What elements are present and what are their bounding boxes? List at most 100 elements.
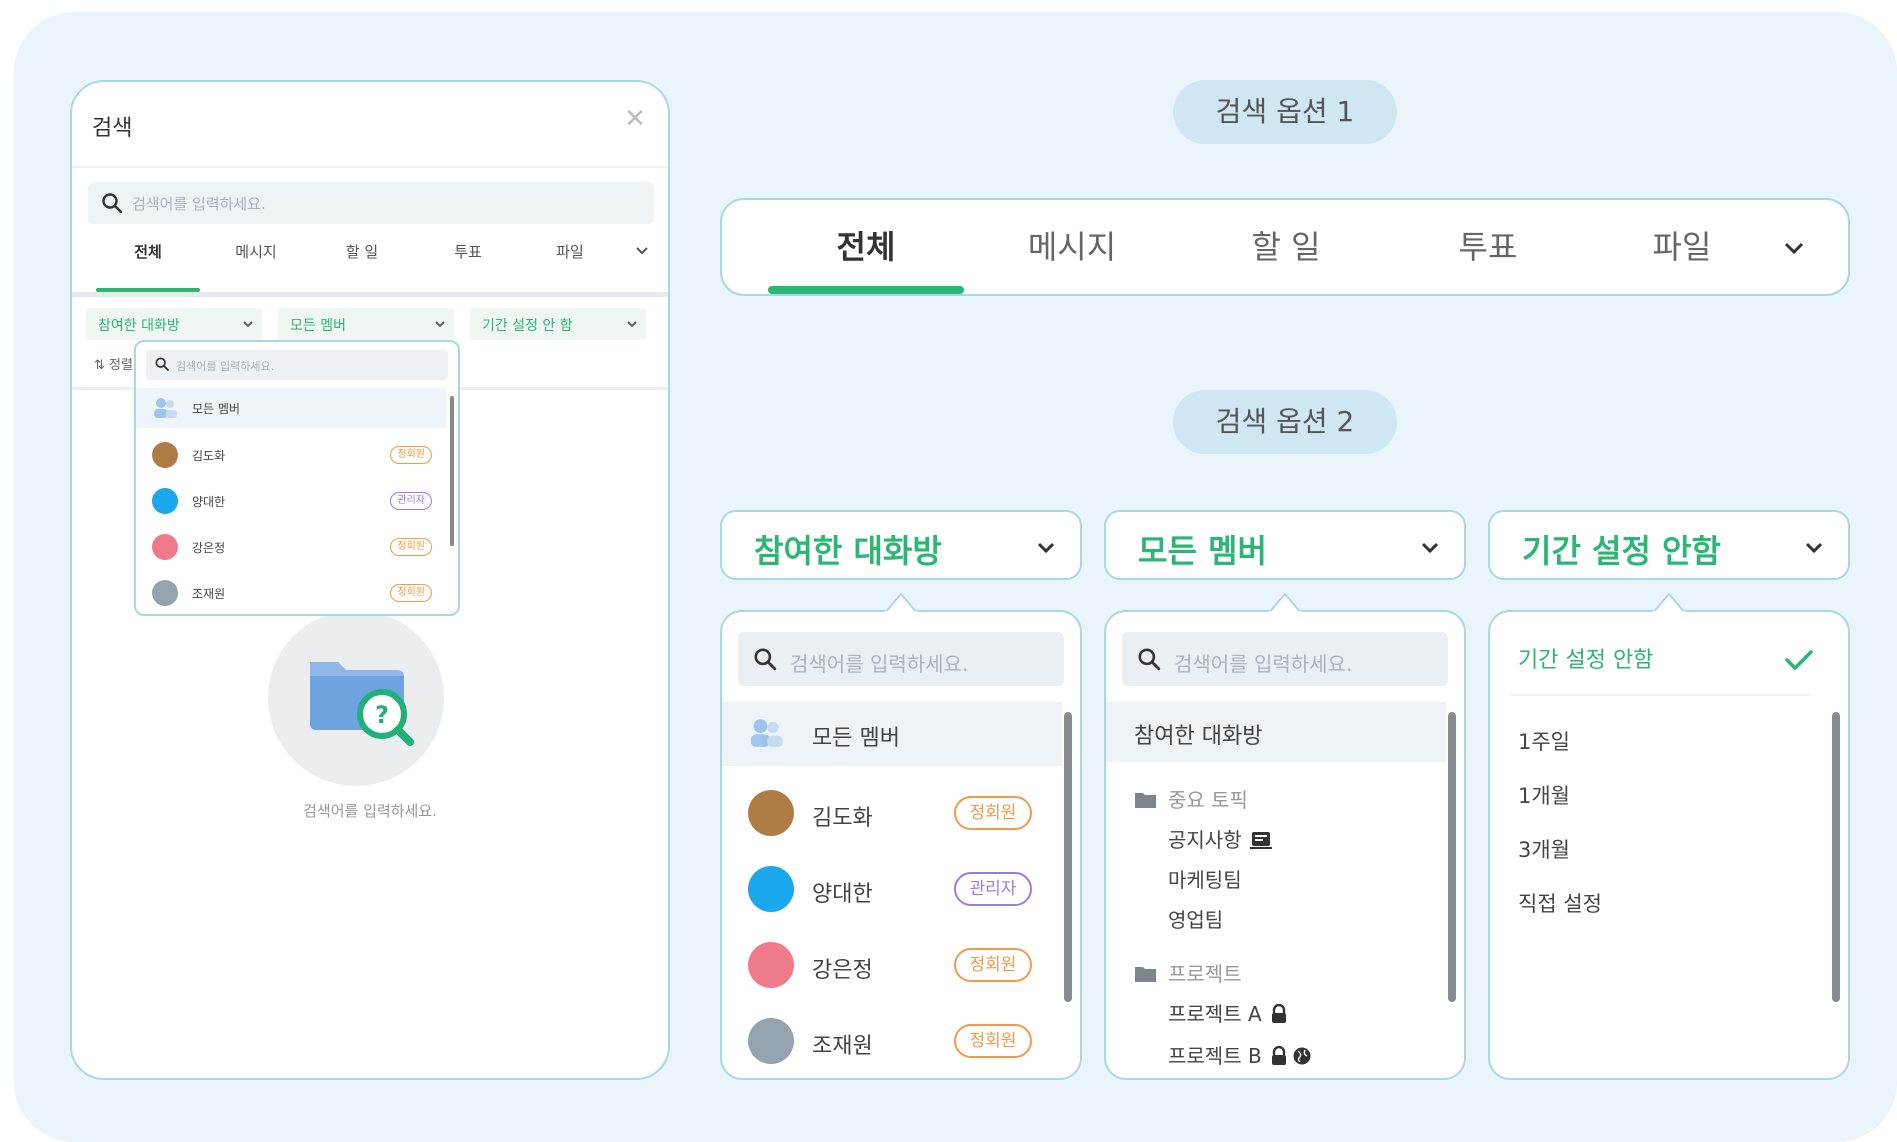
member-row[interactable]: 조재원 정회원 — [136, 570, 446, 614]
folder-icon — [1135, 967, 1156, 982]
period-option[interactable]: 1개월 — [1518, 780, 1570, 810]
all-rooms-option[interactable]: 참여한 대화방 — [1106, 702, 1446, 762]
search-icon — [155, 357, 169, 371]
role-badge: 정회원 — [954, 1024, 1032, 1058]
room-group-header: 프로젝트 — [1134, 958, 1242, 987]
active-tab-indicator — [96, 288, 200, 292]
option1-pill: 검색 옵션 1 — [1173, 80, 1397, 144]
tab-bar: 전체 메시지 할 일 투표 파일 — [72, 232, 668, 274]
member-row[interactable]: 강은정 정회원 — [136, 524, 446, 568]
check-icon — [1785, 650, 1813, 670]
member-name: 김도화 — [192, 449, 226, 463]
search-placeholder: 검색어를 입력하세요. — [790, 652, 969, 676]
tab-divider — [72, 292, 668, 297]
filter-period-label: 기간 설정 안 함 — [482, 318, 573, 334]
search-icon — [1138, 648, 1161, 671]
member-name: 강은정 — [192, 541, 226, 555]
tab-messages[interactable]: 메시지 — [974, 222, 1170, 272]
chevron-down-icon[interactable] — [634, 242, 650, 258]
folder-search-icon: ? — [310, 662, 414, 746]
room-item[interactable]: 프로젝트 B — [1168, 1040, 1312, 1069]
avatar — [748, 866, 794, 912]
period-option[interactable]: 1주일 — [1518, 726, 1570, 756]
dropdown-caret — [1268, 592, 1302, 614]
svg-text:?: ? — [375, 701, 389, 729]
member-row[interactable]: 강은정 정회원 — [722, 928, 1062, 1004]
filter-rooms-label: 참여한 대화방 — [754, 532, 942, 570]
room-item[interactable]: 공지사항 — [1168, 824, 1272, 853]
member-row[interactable]: 양대한 관리자 — [722, 852, 1062, 928]
close-icon[interactable]: ✕ — [620, 104, 650, 134]
group-name: 프로젝트 — [1168, 962, 1242, 986]
tab-files[interactable]: 파일 — [1584, 222, 1780, 272]
tab-polls[interactable]: 투표 — [1390, 222, 1586, 272]
filter-rooms-button[interactable]: 참여한 대화방 — [720, 510, 1082, 580]
tab-tasks[interactable]: 할 일 — [312, 232, 412, 274]
all-members-label: 모든 멤버 — [192, 402, 240, 416]
scrollbar[interactable] — [450, 396, 454, 546]
filter-rooms-label: 참여한 대화방 — [98, 318, 180, 334]
members-dropdown: 검색어를 입력하세요. 모든 멤버 김도화 정회원 양대한 관리자 강은정 정회… — [720, 610, 1082, 1080]
member-dropdown: 검색어를 입력하세요. 모든 멤버 김도화 정회원 양대한 관리자 강은정 정회… — [134, 340, 460, 616]
panel-title: 검색 — [92, 116, 133, 141]
dropdown-search-input[interactable]: 검색어를 입력하세요. — [738, 632, 1064, 686]
tab-polls[interactable]: 투표 — [418, 232, 518, 274]
filter-period[interactable]: 기간 설정 안 함 — [470, 308, 646, 340]
dropdown-search-input[interactable]: 검색어를 입력하세요. — [146, 350, 448, 380]
tab-all[interactable]: 전체 — [768, 222, 964, 272]
tab-all[interactable]: 전체 — [96, 232, 200, 274]
all-members-option[interactable]: 모든 멤버 — [136, 388, 446, 428]
room-item[interactable]: 마케팅팀 — [1168, 864, 1242, 893]
rooms-dropdown: 검색어를 입력하세요. 참여한 대화방 중요 토픽 공지사항 마케팅팀 영업팀 … — [1104, 610, 1466, 1080]
avatar — [152, 488, 178, 514]
avatar — [152, 534, 178, 560]
search-panel: 검색 ✕ 검색어를 입력하세요. 전체 메시지 할 일 투표 파일 참여한 대화… — [70, 80, 670, 1080]
scrollbar[interactable] — [1064, 712, 1072, 1002]
room-item[interactable]: 프로젝트 A — [1168, 998, 1288, 1027]
all-members-option[interactable]: 모든 멤버 — [722, 702, 1062, 766]
avatar — [748, 942, 794, 988]
period-option[interactable]: 직접 설정 — [1518, 888, 1602, 918]
period-option[interactable]: 3개월 — [1518, 834, 1570, 864]
search-placeholder: 검색어를 입력하세요. — [1174, 652, 1353, 676]
search-input[interactable]: 검색어를 입력하세요. — [88, 182, 654, 224]
chevron-down-icon[interactable] — [1780, 234, 1808, 262]
filter-members[interactable]: 모든 멤버 — [278, 308, 454, 340]
member-row[interactable]: 김도화 정회원 — [136, 432, 446, 476]
tab-tasks[interactable]: 할 일 — [1188, 222, 1384, 272]
room-name: 마케팅팀 — [1168, 868, 1242, 892]
scrollbar[interactable] — [1448, 712, 1456, 1002]
dropdown-caret — [1652, 592, 1686, 614]
room-item[interactable]: 영업팀 — [1168, 904, 1223, 933]
period-option-selected[interactable]: 기간 설정 안함 — [1518, 642, 1653, 674]
filter-members-label: 모든 멤버 — [290, 318, 346, 334]
room-group-header: 중요 토픽 — [1134, 784, 1248, 813]
group-name: 중요 토픽 — [1168, 788, 1248, 812]
folder-icon — [1135, 793, 1156, 808]
role-badge: 관리자 — [954, 872, 1032, 906]
notice-icon — [1249, 832, 1272, 849]
tab-files[interactable]: 파일 — [520, 232, 620, 274]
member-name: 양대한 — [812, 882, 873, 907]
member-name: 김도화 — [812, 806, 873, 831]
filter-members-button[interactable]: 모든 멤버 — [1104, 510, 1466, 580]
filter-rooms[interactable]: 참여한 대화방 — [86, 308, 262, 340]
lock-icon — [1271, 1046, 1286, 1065]
filter-period-button[interactable]: 기간 설정 안함 — [1488, 510, 1850, 580]
scrollbar[interactable] — [1832, 712, 1840, 1002]
option1-tab-bar: 전체 메시지 할 일 투표 파일 — [720, 198, 1850, 296]
empty-state-illustration: ? — [268, 610, 444, 786]
sort-button[interactable]: ⇅ 정렬 — [94, 354, 133, 373]
chevron-down-icon — [435, 321, 445, 328]
period-dropdown: 기간 설정 안함 1주일 1개월 3개월 직접 설정 — [1488, 610, 1850, 1080]
member-row[interactable]: 양대한 관리자 — [136, 478, 446, 522]
dropdown-search-input[interactable]: 검색어를 입력하세요. — [1122, 632, 1448, 686]
tab-messages[interactable]: 메시지 — [206, 232, 306, 274]
avatar — [748, 790, 794, 836]
role-badge: 정회원 — [390, 446, 432, 464]
role-badge: 관리자 — [390, 492, 432, 510]
member-row[interactable]: 조재원 정회원 — [722, 1004, 1062, 1078]
chevron-down-icon — [243, 321, 253, 328]
active-tab-indicator — [768, 286, 964, 294]
member-row[interactable]: 김도화 정회원 — [722, 776, 1062, 852]
